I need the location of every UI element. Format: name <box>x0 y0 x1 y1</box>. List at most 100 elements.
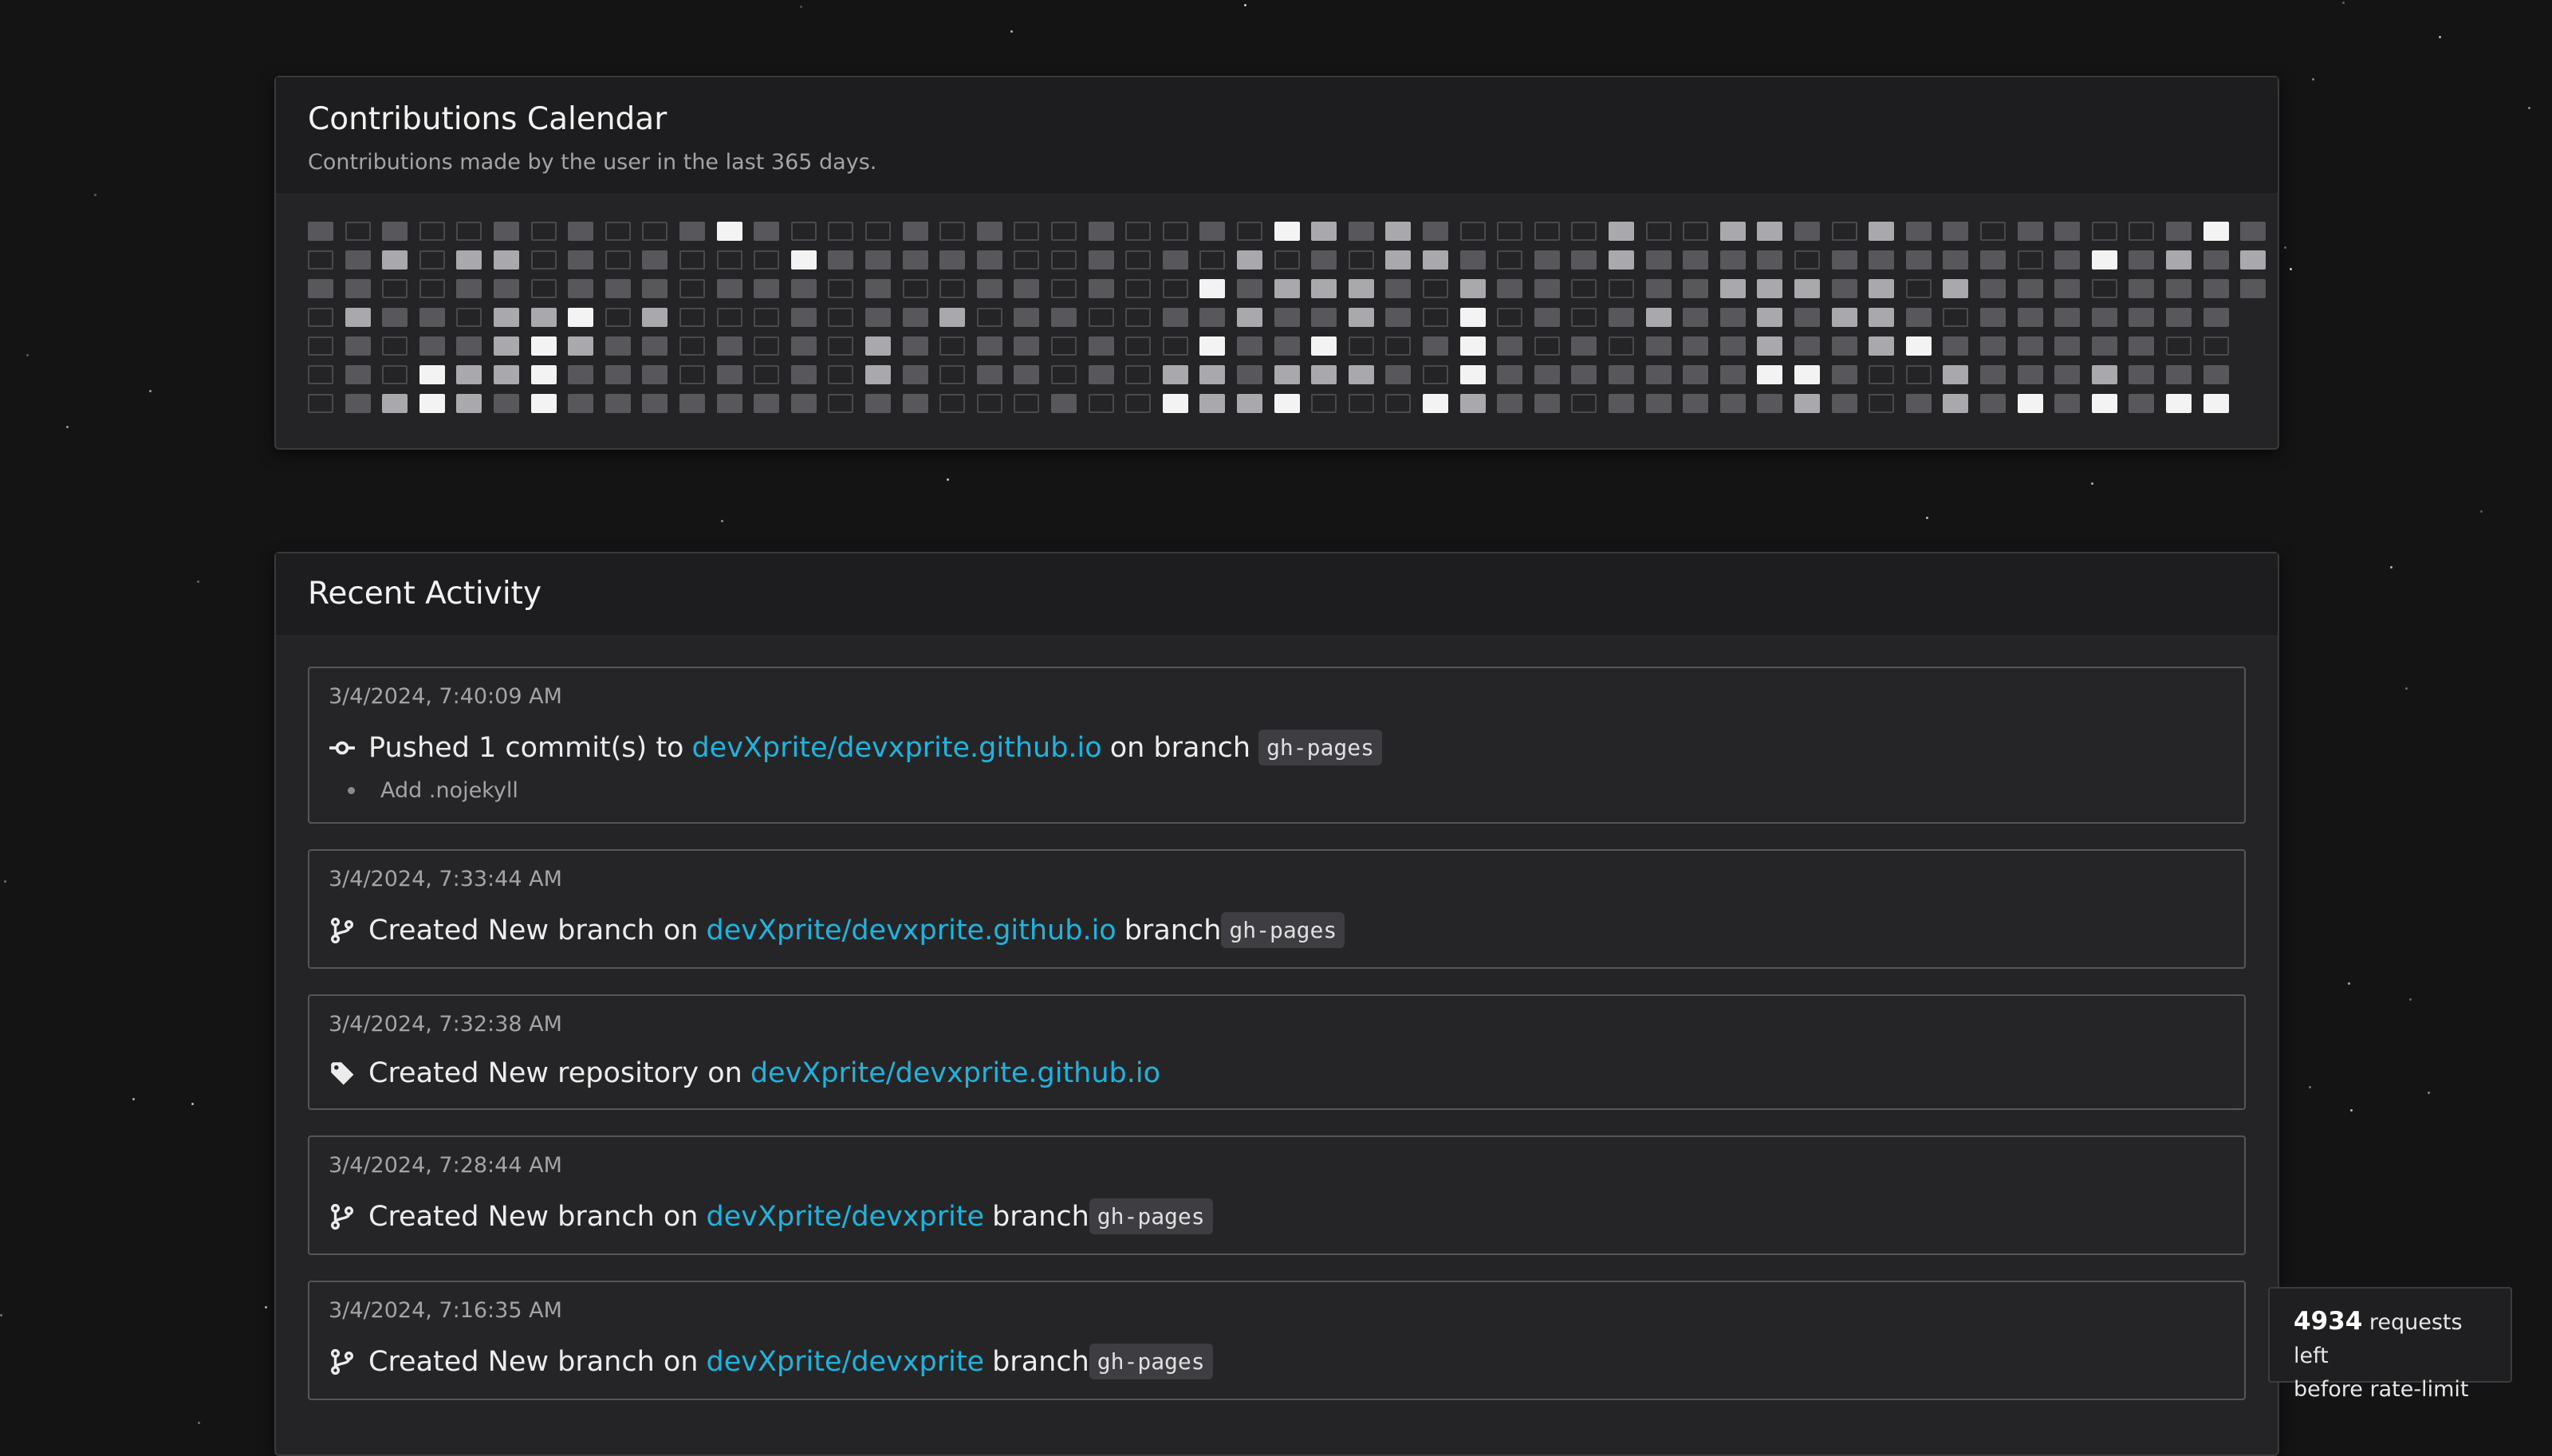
contribution-day-cell <box>2129 336 2154 356</box>
contribution-day-cell <box>828 365 853 384</box>
contribution-day-cell <box>642 365 668 384</box>
contribution-day-cell <box>2092 394 2117 413</box>
recent-activity-card: Recent Activity 3/4/2024, 7:40:09 AM Pus… <box>274 552 2279 1456</box>
contribution-day-cell <box>1089 279 1114 298</box>
contribution-day-cell <box>1089 222 1114 241</box>
star-dot <box>947 478 949 481</box>
contribution-day-cell <box>1980 365 2006 384</box>
event-action: Created New branch on <box>368 1200 699 1233</box>
contribution-day-cell <box>1274 250 1300 270</box>
contribution-day-cell <box>1832 308 1857 327</box>
repo-link[interactable]: devXprite/devxprite <box>707 1346 985 1378</box>
contribution-day-cell <box>865 365 891 384</box>
contribution-day-cell <box>1163 222 1188 241</box>
contribution-day-cell <box>1460 308 1486 327</box>
contribution-day-cell <box>568 365 593 384</box>
contribution-day-cell <box>531 365 557 384</box>
contribution-day-cell <box>679 365 705 384</box>
star-dot <box>2290 268 2292 270</box>
git-branch-icon <box>329 1203 356 1230</box>
contribution-day-cell <box>903 336 928 356</box>
contribution-day-cell <box>1794 336 1820 356</box>
contribution-day-cell <box>308 250 333 270</box>
contribution-day-cell <box>568 394 593 413</box>
contribution-day-cell <box>1906 365 1932 384</box>
contribution-day-cell <box>1460 279 1486 298</box>
contribution-day-cell <box>1720 336 1746 356</box>
contribution-day-cell <box>679 250 705 270</box>
repo-link[interactable]: devXprite/devxprite <box>707 1201 985 1233</box>
contribution-day-cell <box>1757 279 1782 298</box>
contribution-day-cell <box>903 365 928 384</box>
contribution-day-cell <box>1646 279 1672 298</box>
star-dot <box>26 354 29 356</box>
contribution-day-cell <box>642 250 668 270</box>
contribution-day-cell <box>939 394 965 413</box>
contribution-day-cell <box>1943 365 1968 384</box>
contribution-day-cell <box>1869 222 1894 241</box>
rate-limit-count: 4934 <box>2294 1307 2363 1336</box>
contribution-day-cell <box>2018 250 2043 270</box>
contribution-day-cell <box>308 308 333 327</box>
contribution-day-cell <box>2018 222 2043 241</box>
star-dot <box>2284 246 2286 249</box>
contribution-day-cell <box>1163 365 1188 384</box>
contribution-day-cell <box>2240 250 2266 270</box>
contribution-day-cell <box>345 394 371 413</box>
contribution-day-cell <box>456 365 482 384</box>
contribution-day-cell <box>1199 336 1225 356</box>
contribution-day-cell <box>2166 222 2192 241</box>
contribution-day-cell <box>1311 336 1337 356</box>
contribution-day-cell <box>345 308 371 327</box>
contribution-day-cell <box>1906 279 1932 298</box>
contribution-day-cell <box>494 308 519 327</box>
activity-list: 3/4/2024, 7:40:09 AM Pushed 1 commit(s) … <box>276 636 2278 1400</box>
contribution-day-cell <box>1385 336 1411 356</box>
contribution-day-cell <box>1869 365 1894 384</box>
contribution-day-cell <box>1089 336 1114 356</box>
contribution-day-cell <box>1906 394 1932 413</box>
contribution-day-cell <box>679 222 705 241</box>
contribution-day-cell <box>1906 336 1932 356</box>
contribution-day-cell <box>1237 336 1262 356</box>
contribution-day-cell <box>754 308 779 327</box>
contribution-day-cell <box>1125 279 1151 298</box>
contribution-day-cell <box>1497 308 1522 327</box>
contribution-day-cell <box>568 308 593 327</box>
contribution-day-cell <box>2018 279 2043 298</box>
contribution-day-cell <box>2203 394 2229 413</box>
contribution-day-cell <box>1311 394 1337 413</box>
contribution-day-cell <box>1163 336 1188 356</box>
contribution-day-cell <box>382 250 408 270</box>
contribution-day-cell <box>1571 365 1597 384</box>
contribution-day-cell <box>382 279 408 298</box>
star-dot <box>2480 510 2483 513</box>
repo-link[interactable]: devXprite/devxprite.github.io <box>750 1057 1160 1089</box>
repo-link[interactable]: devXprite/devxprite.github.io <box>691 732 1101 764</box>
contribution-day-cell <box>1199 394 1225 413</box>
contribution-day-cell <box>1460 365 1486 384</box>
contribution-day-cell <box>1869 279 1894 298</box>
contribution-day-cell <box>1832 336 1857 356</box>
contribution-day-cell <box>531 250 557 270</box>
contribution-day-cell <box>1311 222 1337 241</box>
contribution-day-cell <box>1497 222 1522 241</box>
event-action: Created New repository on <box>368 1057 742 1089</box>
star-dot <box>0 1314 2 1316</box>
contribution-day-cell <box>2166 365 2192 384</box>
star-dot <box>2409 998 2412 1001</box>
contribution-day-cell <box>1311 365 1337 384</box>
branch-badge: gh-pages <box>1221 912 1345 948</box>
contribution-day-cell <box>1125 336 1151 356</box>
contribution-day-cell <box>1720 279 1746 298</box>
contribution-day-cell <box>531 279 557 298</box>
contribution-day-cell <box>1014 279 1039 298</box>
repo-link[interactable]: devXprite/devxprite.github.io <box>707 915 1116 946</box>
contribution-day-cell <box>1534 250 1560 270</box>
contribution-day-cell <box>828 394 853 413</box>
contribution-day-cell <box>1497 336 1522 356</box>
contribution-day-cell <box>605 279 631 298</box>
contribution-day-cell <box>828 222 853 241</box>
commit-icon <box>329 734 356 761</box>
contribution-day-cell <box>2054 279 2080 298</box>
